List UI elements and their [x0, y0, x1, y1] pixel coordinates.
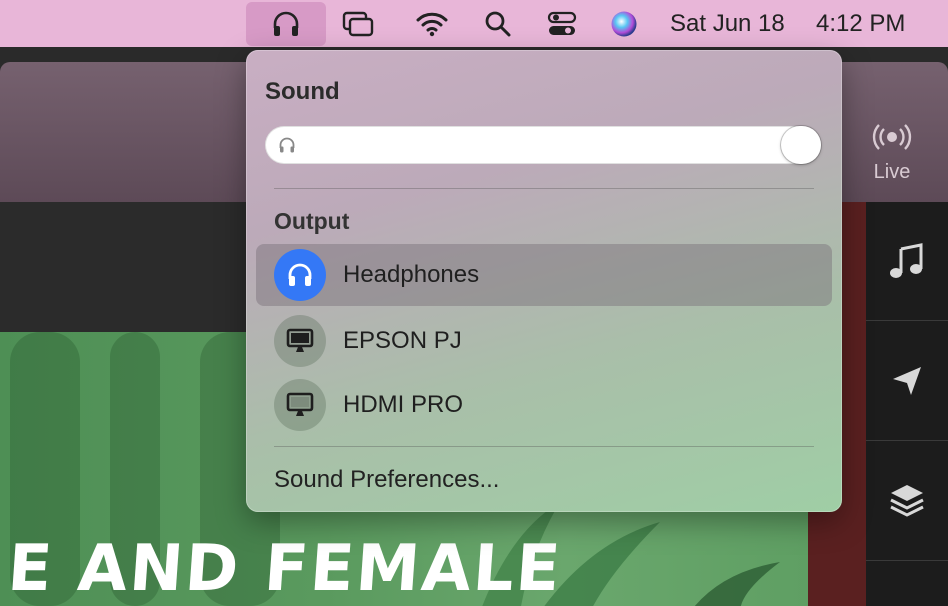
layers-button[interactable]	[866, 442, 948, 561]
wifi-button[interactable]	[410, 0, 454, 47]
headphones-icon	[279, 137, 295, 153]
right-rail	[866, 202, 948, 606]
display-icon	[286, 328, 314, 352]
layers-icon	[890, 485, 924, 517]
banner-text: E AND FEMALE	[5, 532, 565, 606]
output-section-label: Output	[274, 208, 350, 234]
device-icon-circle	[274, 379, 326, 431]
device-icon-circle	[274, 315, 326, 367]
sound-popover: Sound Output Headphones EPSON PJ HDMI PR…	[246, 50, 842, 512]
screen-mirroring-button[interactable]	[336, 0, 380, 47]
wifi-icon	[416, 12, 448, 36]
popover-title: Sound	[265, 78, 340, 105]
siri-icon	[611, 11, 637, 36]
volume-slider-knob[interactable]	[781, 126, 821, 164]
output-device-hdmi-pro[interactable]: HDMI PRO	[256, 374, 832, 436]
siri-button[interactable]	[604, 0, 644, 47]
output-device-epson-pj[interactable]: EPSON PJ	[256, 310, 832, 372]
menubar-time[interactable]: 4:12 PM	[816, 0, 905, 47]
music-note-icon	[890, 243, 923, 278]
live-label: Live	[873, 161, 911, 183]
send-button[interactable]	[866, 322, 948, 441]
search-icon	[485, 11, 511, 36]
menu-bar: Sat Jun 18 4:12 PM	[0, 0, 948, 47]
spotlight-button[interactable]	[478, 0, 518, 47]
control-center-button[interactable]	[542, 0, 582, 47]
live-button[interactable]: Live	[850, 122, 934, 202]
divider	[274, 446, 814, 447]
device-label: Headphones	[343, 261, 480, 288]
live-broadcast-icon	[872, 124, 912, 150]
sound-preferences-link[interactable]: Sound Preferences...	[274, 466, 499, 494]
divider	[274, 188, 814, 189]
display-icon	[286, 392, 314, 416]
device-label: EPSON PJ	[343, 327, 462, 354]
menubar-date[interactable]: Sat Jun 18	[670, 0, 785, 47]
output-device-headphones[interactable]: Headphones	[256, 244, 832, 306]
control-center-icon	[547, 11, 577, 35]
headphones-icon	[288, 263, 312, 286]
send-icon	[893, 367, 921, 395]
device-label: HDMI PRO	[343, 391, 463, 418]
device-icon-circle	[274, 249, 326, 301]
screen-mirroring-icon	[342, 11, 374, 36]
music-button[interactable]	[866, 202, 948, 321]
volume-slider[interactable]	[265, 126, 821, 164]
headphones-menu-button[interactable]	[246, 2, 326, 46]
headphones-icon	[273, 11, 299, 36]
